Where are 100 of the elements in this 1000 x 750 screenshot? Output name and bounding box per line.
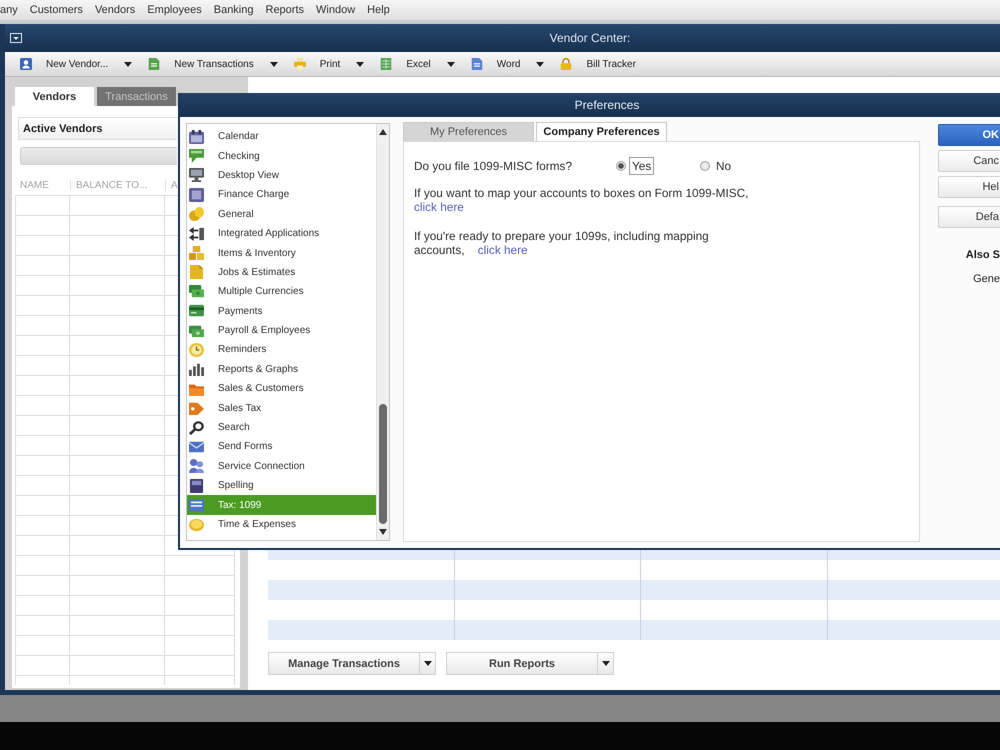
category-item[interactable]: Payroll & Employees xyxy=(187,320,376,340)
dialog-button[interactable]: Canc xyxy=(938,150,1000,172)
arrows-icon xyxy=(189,226,204,241)
menu-item[interactable]: Window xyxy=(316,1,356,19)
click-here-link[interactable]: click here xyxy=(478,243,528,257)
section-heading: Also S xyxy=(966,249,1000,261)
category-item[interactable]: Service Connection xyxy=(187,456,376,476)
dialog-button[interactable]: Defa xyxy=(938,206,1000,228)
radio-label[interactable]: Yes xyxy=(629,157,654,175)
dropdown-button[interactable] xyxy=(535,60,546,68)
bar-chart-icon xyxy=(189,362,204,376)
tab[interactable]: Vendors xyxy=(15,87,94,106)
caret-icon xyxy=(602,661,610,666)
toolbar-button[interactable]: Word xyxy=(470,54,520,74)
toolbar-button[interactable]: Print xyxy=(294,54,340,74)
question-text: Do you file 1099-MISC forms? xyxy=(414,159,572,173)
search-field[interactable] xyxy=(20,147,177,165)
column-header: A xyxy=(171,180,178,190)
paragraph-text: If you want to map your accounts to boxes on Form 1099-MISC, click here xyxy=(414,186,750,214)
category-item[interactable]: Checking xyxy=(187,146,376,166)
boxes-icon xyxy=(189,246,204,260)
action-button[interactable]: Run Reports xyxy=(446,652,598,675)
dropdown-button[interactable] xyxy=(598,652,614,675)
category-item[interactable]: Sales Tax xyxy=(187,398,376,418)
category-item[interactable]: Payments xyxy=(187,302,376,321)
coins-icon xyxy=(189,207,204,222)
document-icon xyxy=(470,58,483,70)
window-title: Vendor Center: xyxy=(550,31,630,45)
tag-icon xyxy=(189,401,204,416)
banknotes-icon xyxy=(189,324,204,338)
paragraph-text: If you're ready to prepare your 1099s, including mapping accounts, click here xyxy=(414,229,710,257)
monitor-icon xyxy=(189,168,204,182)
menu-item[interactable]: Customers xyxy=(30,1,83,19)
folder-icon xyxy=(189,382,204,396)
people-icon xyxy=(189,459,204,474)
category-item[interactable]: General xyxy=(187,204,376,224)
category-item[interactable]: Send Forms xyxy=(187,437,376,457)
tile-icon xyxy=(189,188,204,202)
toolbar-button[interactable]: Excel xyxy=(380,54,431,74)
printer-icon xyxy=(294,58,306,70)
dialog-button[interactable]: OK xyxy=(938,124,1000,146)
category-item[interactable]: Finance Charge xyxy=(187,185,376,205)
menu-item[interactable]: Vendors xyxy=(94,1,136,19)
filter-dropdown[interactable]: Active Vendors xyxy=(18,117,177,140)
dropdown-button[interactable] xyxy=(446,60,456,68)
banknotes-icon xyxy=(189,284,204,299)
category-item[interactable]: Integrated Applications xyxy=(187,224,376,244)
radio-label[interactable]: No xyxy=(713,157,734,175)
scrollbar-thumb[interactable] xyxy=(379,404,387,524)
also-see-link[interactable]: Gene xyxy=(973,273,1000,285)
category-item[interactable]: Time & Expenses xyxy=(187,514,376,534)
search-icon xyxy=(189,420,204,435)
tab[interactable]: My Preferences xyxy=(403,122,534,141)
scroll-up-icon[interactable] xyxy=(379,129,387,135)
category-item[interactable]: Multiple Currencies xyxy=(187,282,376,302)
calendar-icon xyxy=(189,130,204,144)
action-button[interactable]: Manage Transactions xyxy=(268,652,420,675)
lock-icon xyxy=(560,58,572,70)
dialog-button[interactable]: Hel xyxy=(938,176,1000,198)
caret-icon xyxy=(124,62,132,66)
category-item[interactable]: Reminders xyxy=(187,340,376,360)
dropdown-button[interactable] xyxy=(420,652,436,675)
menu-item[interactable]: Help xyxy=(367,1,390,19)
coin-icon xyxy=(189,518,204,532)
caret-icon xyxy=(356,62,364,66)
menu-item[interactable]: any xyxy=(0,1,18,19)
clock-icon xyxy=(189,342,204,357)
spreadsheet-icon xyxy=(380,58,392,70)
radio-button[interactable] xyxy=(616,161,626,171)
card-icon xyxy=(189,304,204,318)
speech-bubble-icon xyxy=(189,149,204,164)
dropdown-button[interactable] xyxy=(123,60,134,68)
caret-icon xyxy=(424,661,432,666)
toolbar-button[interactable]: New Transactions xyxy=(148,54,254,74)
click-here-link[interactable]: click here xyxy=(414,200,464,214)
caret-icon xyxy=(270,62,278,66)
toolbar-button[interactable]: Bill Tracker xyxy=(560,54,636,74)
category-item[interactable]: Reports & Graphs xyxy=(187,360,376,380)
menu-item[interactable]: Reports xyxy=(266,1,304,19)
category-item[interactable]: Calendar xyxy=(187,127,376,146)
scrollbar[interactable] xyxy=(376,124,389,540)
document-icon xyxy=(189,265,204,280)
category-item[interactable]: Jobs & Estimates xyxy=(187,262,376,282)
dropdown-button[interactable] xyxy=(355,60,366,68)
tab[interactable]: Company Preferences xyxy=(536,122,667,141)
menu-item[interactable]: Employees xyxy=(147,1,202,19)
caret-icon xyxy=(536,62,544,66)
dropdown-button[interactable] xyxy=(268,60,279,68)
document-icon xyxy=(148,58,160,70)
category-item[interactable]: Desktop View xyxy=(187,166,376,186)
category-item[interactable]: Sales & Customers xyxy=(187,379,376,398)
toolbar-button[interactable]: New Vendor... xyxy=(20,54,108,74)
window-menu-icon[interactable] xyxy=(10,33,22,43)
radio-button[interactable] xyxy=(700,161,710,171)
menu-item[interactable]: Banking xyxy=(214,1,254,19)
category-item[interactable]: Items & Inventory xyxy=(187,243,376,263)
category-item[interactable]: Search xyxy=(187,418,376,438)
dialog-title: Preferences xyxy=(574,98,640,112)
category-item[interactable]: Spelling xyxy=(187,476,376,496)
scroll-down-icon[interactable] xyxy=(379,529,387,535)
